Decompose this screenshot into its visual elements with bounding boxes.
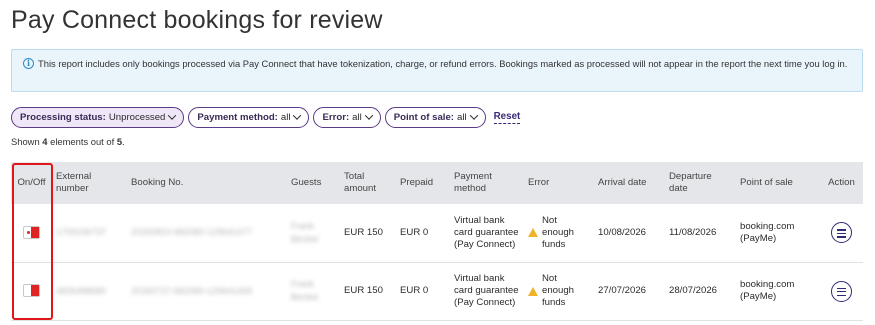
- col-arrival-date: Arrival date: [598, 177, 647, 188]
- info-text: This report includes only bookings proce…: [38, 58, 848, 69]
- col-onoff: On/Off: [17, 177, 46, 188]
- error-cell: Not enough funds: [524, 262, 594, 320]
- col-action: Action: [828, 177, 855, 188]
- bookings-table: On/Off External number Booking No. Guest…: [11, 162, 863, 321]
- prepaid-cell: EUR 0: [400, 226, 429, 238]
- external-number: 4835488680: [56, 285, 107, 296]
- external-number-cell: 4835488680: [52, 262, 127, 320]
- toggle-dot: [27, 231, 30, 235]
- departure-date-cell: 11/08/2026: [669, 226, 717, 238]
- results-suffix: .: [122, 136, 125, 147]
- col-payment-method: Payment method: [454, 171, 492, 194]
- info-banner: i This report includes only bookings pro…: [11, 49, 863, 92]
- col-prepaid: Prepaid: [400, 177, 434, 188]
- col-error: Error: [528, 177, 550, 188]
- table-header-row: On/Off External number Booking No. Guest…: [11, 162, 863, 204]
- processed-toggle[interactable]: [23, 226, 40, 240]
- departure-date-cell: 28/07/2026: [669, 285, 718, 296]
- chevron-down-icon: [364, 111, 373, 120]
- reset-filters-link[interactable]: Reset: [493, 111, 521, 124]
- menu-icon[interactable]: [831, 222, 852, 244]
- page-title: Pay Connect bookings for review: [11, 6, 383, 34]
- point-of-sale-cell: booking.com (PayMe): [740, 279, 795, 302]
- col-guests: Guests: [291, 177, 322, 188]
- arrival-date-cell: 27/07/2026: [598, 285, 647, 296]
- payment-method-cell: Virtual bank card guarantee (Pay Connect…: [454, 214, 519, 250]
- results-prefix: Shown: [11, 136, 40, 147]
- chevron-down-icon: [293, 111, 302, 120]
- col-total-amount: Total amount: [344, 171, 376, 194]
- warning-icon: [528, 228, 538, 238]
- warning-icon: [528, 286, 538, 296]
- prepaid-cell: EUR 0: [400, 285, 429, 296]
- table-row: 4835488680 20260727-682080-129641469 Fra…: [11, 262, 863, 320]
- filter-value: all: [456, 111, 467, 123]
- filter-value: all: [352, 111, 362, 123]
- guests-cell: Frank Becker: [287, 262, 340, 320]
- booking-no-cell: 20260810-682080-129641477: [127, 204, 287, 262]
- toggle-knob: [31, 285, 39, 297]
- booking-number[interactable]: 20260810-682080-129641477: [131, 227, 252, 237]
- chevron-down-icon: [469, 111, 478, 120]
- external-number-cell: 1709156737: [52, 204, 127, 262]
- results-shown: 4: [42, 136, 48, 147]
- toggle-knob: [31, 227, 39, 239]
- col-point-of-sale: Point of sale: [740, 177, 793, 188]
- chevron-down-icon: [168, 111, 177, 120]
- filter-label: Error:: [322, 111, 350, 123]
- error-text: Not enough funds: [542, 214, 575, 250]
- guest-name: Frank Becker: [291, 220, 320, 244]
- filter-payment-method[interactable]: Payment method: all: [188, 106, 310, 128]
- filter-label: Point of sale:: [393, 111, 454, 123]
- onoff-cell: [11, 204, 52, 262]
- filter-value: all: [280, 111, 291, 123]
- action-cell: [820, 262, 863, 320]
- action-cell: [820, 204, 863, 262]
- info-icon: i: [23, 58, 34, 69]
- filter-bar: Processing status: Unprocessed Payment m…: [11, 106, 521, 128]
- guest-name: Frank Becker: [291, 279, 320, 302]
- external-number: 1709156737: [56, 227, 107, 238]
- filter-error[interactable]: Error: all: [313, 106, 381, 128]
- total-amount-cell: EUR 150: [344, 226, 383, 238]
- filter-point-of-sale[interactable]: Point of sale: all: [384, 106, 486, 128]
- arrival-date-cell: 10/08/2026: [598, 226, 647, 238]
- table-row: 1709156737 20260810-682080-129641477 Fra…: [11, 204, 863, 262]
- payment-method-cell: Virtual bank card guarantee (Pay Connect…: [454, 273, 519, 308]
- error-content: Not enough funds: [528, 273, 590, 309]
- error-text: Not enough funds: [542, 273, 575, 308]
- results-count: Shown 4 elements out of 5.: [11, 136, 125, 147]
- booking-number[interactable]: 20260727-682080-129641469: [131, 286, 252, 296]
- booking-no-cell: 20260727-682080-129641469: [127, 262, 287, 320]
- filter-value: Unprocessed: [108, 111, 166, 123]
- total-amount-cell: EUR 150: [344, 285, 383, 296]
- filter-label: Processing status:: [20, 111, 106, 123]
- point-of-sale-cell: booking.com (PayMe): [740, 220, 795, 244]
- col-departure-date: Departure date: [669, 171, 712, 194]
- processed-toggle[interactable]: [23, 284, 40, 298]
- results-middle: elements out of: [50, 136, 115, 147]
- filter-processing-status[interactable]: Processing status: Unprocessed: [11, 106, 185, 128]
- onoff-cell: [11, 262, 52, 320]
- col-booking-no: Booking No.: [131, 177, 184, 188]
- guests-cell: Frank Becker: [287, 204, 340, 262]
- col-external-number: External number: [56, 171, 92, 194]
- menu-icon[interactable]: [831, 280, 852, 302]
- filter-label: Payment method:: [197, 111, 278, 123]
- error-content: Not enough funds: [528, 215, 590, 251]
- error-cell: Not enough funds: [524, 204, 594, 262]
